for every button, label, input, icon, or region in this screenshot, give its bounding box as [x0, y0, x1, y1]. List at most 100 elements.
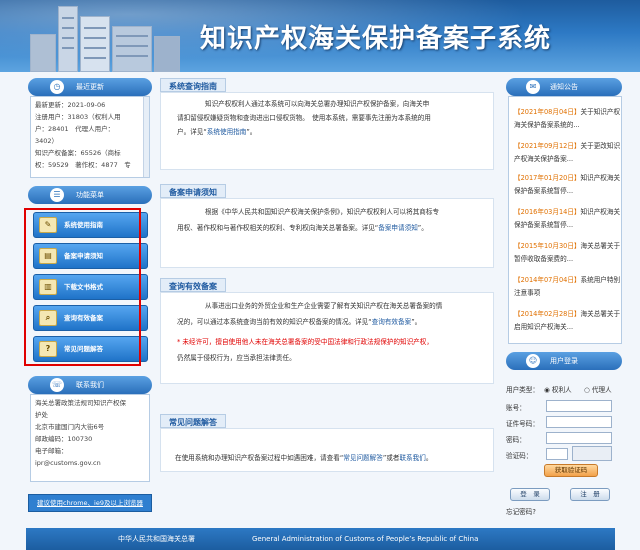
browser-note[interactable]: 建议使用chrome、ie9及以上浏览器: [28, 494, 152, 512]
building-image: [154, 36, 180, 72]
apply-link[interactable]: 备案申请须知: [378, 224, 418, 232]
login-header-label: 用户登录: [550, 357, 578, 365]
notice-item[interactable]: 【2014年07月04日】系统用户特别注意事项: [514, 274, 622, 300]
guide-text: 知识产权权利人通过本系统可以向海关总署办理知识产权保护备案，向海关申: [205, 100, 430, 108]
notice-date: 【2015年10月30日】: [514, 242, 581, 250]
update-line: 最新更新：2021-09-06: [35, 101, 106, 109]
notice-item[interactable]: 【2014年02月28日】海关总署关于启用知识产权海关...: [514, 308, 622, 334]
cert-input[interactable]: [546, 416, 612, 428]
guide-text: 户。详见“系统使用指南”。: [177, 125, 256, 139]
guide-link[interactable]: 系统使用指南: [207, 128, 247, 136]
query-text: 仍然属于侵权行为，应当承担法律责任。: [177, 354, 296, 362]
section-query: 从事进出口业务的外贸企业和生产企业需要了解有关知识产权在海关总署备案的情 况的，…: [160, 292, 494, 384]
contact-line: 海关总署政策法规司知识产权保: [35, 399, 126, 407]
faq-text-part: 在使用系统和办理知识产权备案过程中如遇困难，请查看“: [175, 454, 344, 462]
clock-icon: ◷: [50, 80, 64, 94]
update-line: 知识产权备案：65526（商标: [35, 149, 121, 157]
menu-header-label: 功能菜单: [76, 191, 104, 199]
contact-header: ☏ 联系我们: [28, 376, 152, 394]
query-text: 从事进出口业务的外贸企业和生产企业需要了解有关知识产权在海关总署备案的情: [205, 302, 443, 310]
account-input[interactable]: [546, 400, 612, 412]
update-header-label: 最近更新: [76, 83, 104, 91]
contact-line: 北京市建国门内大街6号: [35, 423, 105, 431]
contact-icon: ☏: [50, 378, 64, 392]
faq-text-part: 。: [425, 454, 433, 462]
apply-text: 用权、著作权和与著作权相关的权利、专利权向海关总署备案。详见“备案申请须知”。: [177, 221, 428, 235]
notice-item[interactable]: 【2016年03月14日】知识产权海关保护备案系统暂停...: [514, 206, 622, 232]
apply-text-part: ”。: [417, 224, 428, 232]
notice-date: 【2021年08月04日】: [514, 108, 581, 116]
notice-item[interactable]: 【2021年08月04日】关于知识产权海关保护备案系统的...: [514, 106, 622, 132]
query-text-part: ”。: [411, 318, 422, 326]
radio-agent[interactable]: ○ 代理人: [584, 384, 612, 394]
footer: 中华人民共和国海关总署 General Administration of Cu…: [26, 528, 615, 550]
login-button[interactable]: 登 录: [510, 488, 550, 501]
contact-header-label: 联系我们: [76, 381, 104, 389]
highlight-frame: [24, 208, 141, 366]
get-captcha-button[interactable]: 获取验证码: [544, 464, 598, 477]
guide-text-part: 户。详见“: [177, 128, 207, 136]
faq-text-part: ”或者: [382, 454, 400, 462]
account-label: 账号：: [506, 404, 526, 412]
megaphone-icon: ✉: [526, 80, 540, 94]
notice-date: 【2017年01月20日】: [514, 174, 581, 182]
building-image: [58, 6, 78, 72]
contact-line: 护处: [35, 411, 48, 419]
update-header: ◷ 最近更新: [28, 78, 152, 96]
update-scrollbar[interactable]: [143, 97, 149, 177]
building-image: [30, 34, 56, 72]
update-panel: 最新更新：2021-09-06 注册用户：31803（权利人用 户：28401 …: [30, 96, 150, 178]
notice-header: ✉ 通知公告: [506, 78, 622, 96]
contact-line: 电子邮箱：: [35, 447, 68, 455]
password-input[interactable]: [546, 432, 612, 444]
contact-line: 邮政编码：100730: [35, 435, 93, 443]
apply-text: 根据《中华人民共和国知识产权海关保护条例》，知识产权权利人可以将其商标专: [205, 208, 440, 216]
building-image: [112, 26, 152, 72]
password-label: 密码：: [506, 436, 526, 444]
guide-text-part: ”。: [246, 128, 257, 136]
update-line: 注册用户：31803（权利人用: [35, 113, 121, 121]
radio-owner-label: 权利人: [551, 386, 572, 394]
menu-icon: ☰: [50, 188, 64, 202]
user-type-label: 用户类型：: [506, 386, 539, 394]
update-line: 权：59529 著作权：4877 专: [35, 161, 131, 169]
register-button[interactable]: 注 册: [570, 488, 610, 501]
query-text: 况的，可以通过本系统查询当前有效的知识产权备案的情况。详见“查询有效备案”。: [177, 315, 421, 329]
notice-date: 【2021年09月12日】: [514, 142, 581, 150]
guide-text: 请扣留侵权嫌疑货物和查询进出口侵权货物。 使用本系统，需要事先注册为本系统的用: [177, 114, 431, 122]
cert-label: 证件号码：: [506, 420, 539, 428]
section-title-apply: 备案申请须知: [160, 184, 226, 198]
radio-agent-label: 代理人: [591, 386, 612, 394]
contact-line: ipr@customs.gov.cn: [35, 459, 101, 467]
notice-item[interactable]: 【2015年10月30日】海关总署关于暂停收取备案费的...: [514, 240, 622, 266]
contact-link[interactable]: 联系我们: [399, 454, 425, 462]
query-text-part: 况的，可以通过本系统查询当前有效的知识产权备案的情况。详见“: [177, 318, 372, 326]
menu-header: ☰ 功能菜单: [28, 186, 152, 204]
section-faq: 在使用系统和办理知识产权备案过程中如遇困难，请查看“常见问题解答”或者联系我们。: [160, 428, 494, 472]
forgot-password-link[interactable]: 忘记密码?: [506, 506, 536, 516]
query-link[interactable]: 查询有效备案: [372, 318, 412, 326]
section-title-faq: 常见问题解答: [160, 414, 226, 428]
faq-text: 在使用系统和办理知识产权备案过程中如遇困难，请查看“常见问题解答”或者联系我们。: [175, 451, 432, 465]
faq-link[interactable]: 常见问题解答: [343, 454, 383, 462]
login-header: ☺ 用户登录: [506, 352, 622, 370]
building-image: [80, 16, 110, 72]
captcha-image[interactable]: [572, 446, 612, 461]
radio-owner[interactable]: ◉ 权利人: [544, 384, 572, 394]
warning-text: * 未经许可，擅自使用他人未在海关总署备案的受中国法律和行政法规保护的知识产权，: [177, 338, 433, 346]
notice-item[interactable]: 【2021年09月12日】关于更改知识产权海关保护备案...: [514, 140, 622, 166]
user-icon: ☺: [526, 354, 540, 368]
section-title-query: 查询有效备案: [160, 278, 226, 292]
notice-date: 【2014年07月04日】: [514, 276, 581, 284]
section-apply: 根据《中华人民共和国知识产权海关保护条例》，知识产权权利人可以将其商标专 用权、…: [160, 198, 494, 268]
update-line: 3402）: [35, 137, 59, 145]
captcha-label: 验证码：: [506, 452, 533, 460]
footer-en: General Administration of Customs of Peo…: [252, 535, 479, 543]
captcha-input[interactable]: [546, 448, 568, 460]
section-title-guide: 系统查询指南: [160, 78, 226, 92]
footer-cn: 中华人民共和国海关总署: [118, 535, 195, 543]
notice-item[interactable]: 【2017年01月20日】知识产权海关保护备案系统暂停...: [514, 172, 622, 198]
section-guide: 知识产权权利人通过本系统可以向海关总署办理知识产权保护备案，向海关申 请扣留侵权…: [160, 92, 494, 170]
site-title: 知识产权海关保护备案子系统: [200, 24, 552, 54]
notice-date: 【2014年02月28日】: [514, 310, 581, 318]
